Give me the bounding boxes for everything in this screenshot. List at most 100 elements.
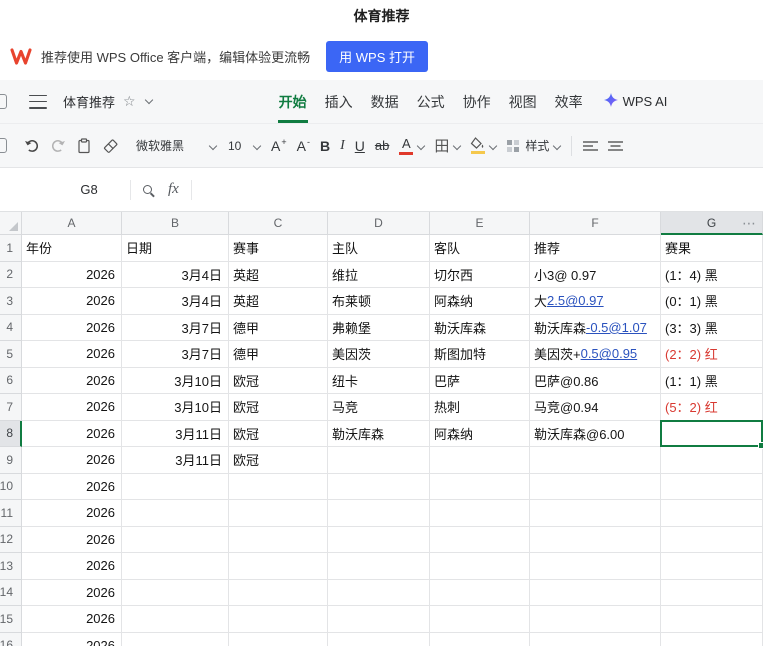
wps-ai-button[interactable]: WPS AI [603,93,667,110]
search-icon[interactable] [143,185,152,194]
column-header-D[interactable]: D [328,212,430,235]
row-header-4[interactable]: 4 [0,314,22,341]
cell-E3[interactable]: 阿森纳 [430,288,530,315]
cell-E4[interactable]: 勒沃库森 [430,314,530,341]
fx-button[interactable]: fx [168,181,179,198]
cell-A16[interactable]: 2026 [22,632,122,646]
cell-F14[interactable] [530,579,661,606]
cell-F11[interactable] [530,500,661,527]
font-color-button[interactable]: A [394,131,429,161]
cell-E9[interactable] [430,447,530,474]
cell-C14[interactable] [229,579,328,606]
cell-B12[interactable] [122,526,229,553]
cell-E12[interactable] [430,526,530,553]
cell-B3[interactable]: 3月4日 [122,288,229,315]
cell-A5[interactable]: 2026 [22,341,122,368]
cell-D8[interactable]: 勒沃库森 [328,420,430,447]
borders-button[interactable]: 田 [429,131,465,161]
cell-A10[interactable]: 2026 [22,473,122,500]
decrease-font-button[interactable]: A- [292,131,315,161]
cell-E5[interactable]: 斯图加特 [430,341,530,368]
tab-efficiency[interactable]: 效率 [546,80,592,123]
cell-B1[interactable]: 日期 [122,235,229,262]
cell-G10[interactable] [661,473,763,500]
cell-C7[interactable]: 欧冠 [229,394,328,421]
cell-G15[interactable] [661,606,763,633]
cell-B11[interactable] [122,500,229,527]
cell-C4[interactable]: 德甲 [229,314,328,341]
increase-font-button[interactable]: A + [266,131,292,161]
cell-C2[interactable]: 英超 [229,261,328,288]
cell-F9[interactable] [530,447,661,474]
star-icon[interactable]: ☆ [123,93,136,110]
cell-A8[interactable]: 2026 [22,420,122,447]
tab-collaborate[interactable]: 协作 [454,80,500,123]
redo-button[interactable] [45,131,71,161]
row-header-2[interactable]: 2 [0,261,22,288]
cell-G8[interactable] [660,419,763,449]
cell-D16[interactable] [328,632,430,646]
cell-E7[interactable]: 热刺 [430,394,530,421]
cell-D13[interactable] [328,553,430,580]
cell-B4[interactable]: 3月7日 [122,314,229,341]
cell-C12[interactable] [229,526,328,553]
cell-A14[interactable]: 2026 [22,579,122,606]
underline-button[interactable]: U [350,131,370,161]
cell-F12[interactable] [530,526,661,553]
cell-G5[interactable]: (2：2) 红 [661,341,763,368]
cell-A1[interactable]: 年份 [22,235,122,262]
cell-A11[interactable]: 2026 [22,500,122,527]
cell-F10[interactable] [530,473,661,500]
cell-A2[interactable]: 2026 [22,261,122,288]
cell-D10[interactable] [328,473,430,500]
cell-B2[interactable]: 3月4日 [122,261,229,288]
cell-F16[interactable] [530,632,661,646]
row-header-7[interactable]: 7 [0,394,22,421]
cell-G12[interactable] [661,526,763,553]
cell-G13[interactable] [661,553,763,580]
cell-A4[interactable]: 2026 [22,314,122,341]
cell-C8[interactable]: 欧冠 [229,420,328,447]
row-header-14[interactable]: 14 [0,579,22,606]
cell-F8[interactable]: 勒沃库森@6.00 [530,420,661,447]
fill-color-button[interactable] [465,131,501,161]
tab-formula[interactable]: 公式 [408,80,454,123]
cell-B10[interactable] [122,473,229,500]
cell-E10[interactable] [430,473,530,500]
tab-data[interactable]: 数据 [362,80,408,123]
row-header-11[interactable]: 11 [0,500,22,527]
cell-C15[interactable] [229,606,328,633]
chevron-down-icon[interactable] [144,95,153,105]
cell-E2[interactable]: 切尔西 [430,261,530,288]
undo-button[interactable] [19,131,45,161]
tab-insert[interactable]: 插入 [316,80,362,123]
cell-C9[interactable]: 欧冠 [229,447,328,474]
cell-E16[interactable] [430,632,530,646]
cell-G16[interactable] [661,632,763,646]
row-header-13[interactable]: 13 [0,553,22,580]
tab-home[interactable]: 开始 [270,80,316,123]
cell-G2[interactable]: (1：4) 黑 [661,261,763,288]
cell-D7[interactable]: 马竞 [328,394,430,421]
cell-B7[interactable]: 3月10日 [122,394,229,421]
align-center-button[interactable] [603,131,628,161]
strikethrough-button[interactable]: ab [370,131,394,161]
bold-button[interactable]: B [315,131,335,161]
cell-G7[interactable]: (5：2) 红 [661,394,763,421]
cell-E1[interactable]: 客队 [430,235,530,262]
cell-D9[interactable] [328,447,430,474]
row-header-8[interactable]: 8 [0,420,22,447]
row-header-1[interactable]: 1 [0,235,22,262]
cell-F5[interactable]: 美因茨+ 0.5@0.95 [530,341,661,368]
cell-B15[interactable] [122,606,229,633]
cell-C5[interactable]: 德甲 [229,341,328,368]
cell-A15[interactable]: 2026 [22,606,122,633]
clipped-left-icon[interactable] [0,94,7,109]
font-family-select[interactable]: 微软雅黑 [130,131,222,161]
cell-G4[interactable]: (3：3) 黑 [661,314,763,341]
cell-F7[interactable]: 马竞@0.94 [530,394,661,421]
cell-B6[interactable]: 3月10日 [122,367,229,394]
cell-D4[interactable]: 弗赖堡 [328,314,430,341]
cell-F1[interactable]: 推荐 [530,235,661,262]
hamburger-menu-button[interactable] [29,94,47,109]
